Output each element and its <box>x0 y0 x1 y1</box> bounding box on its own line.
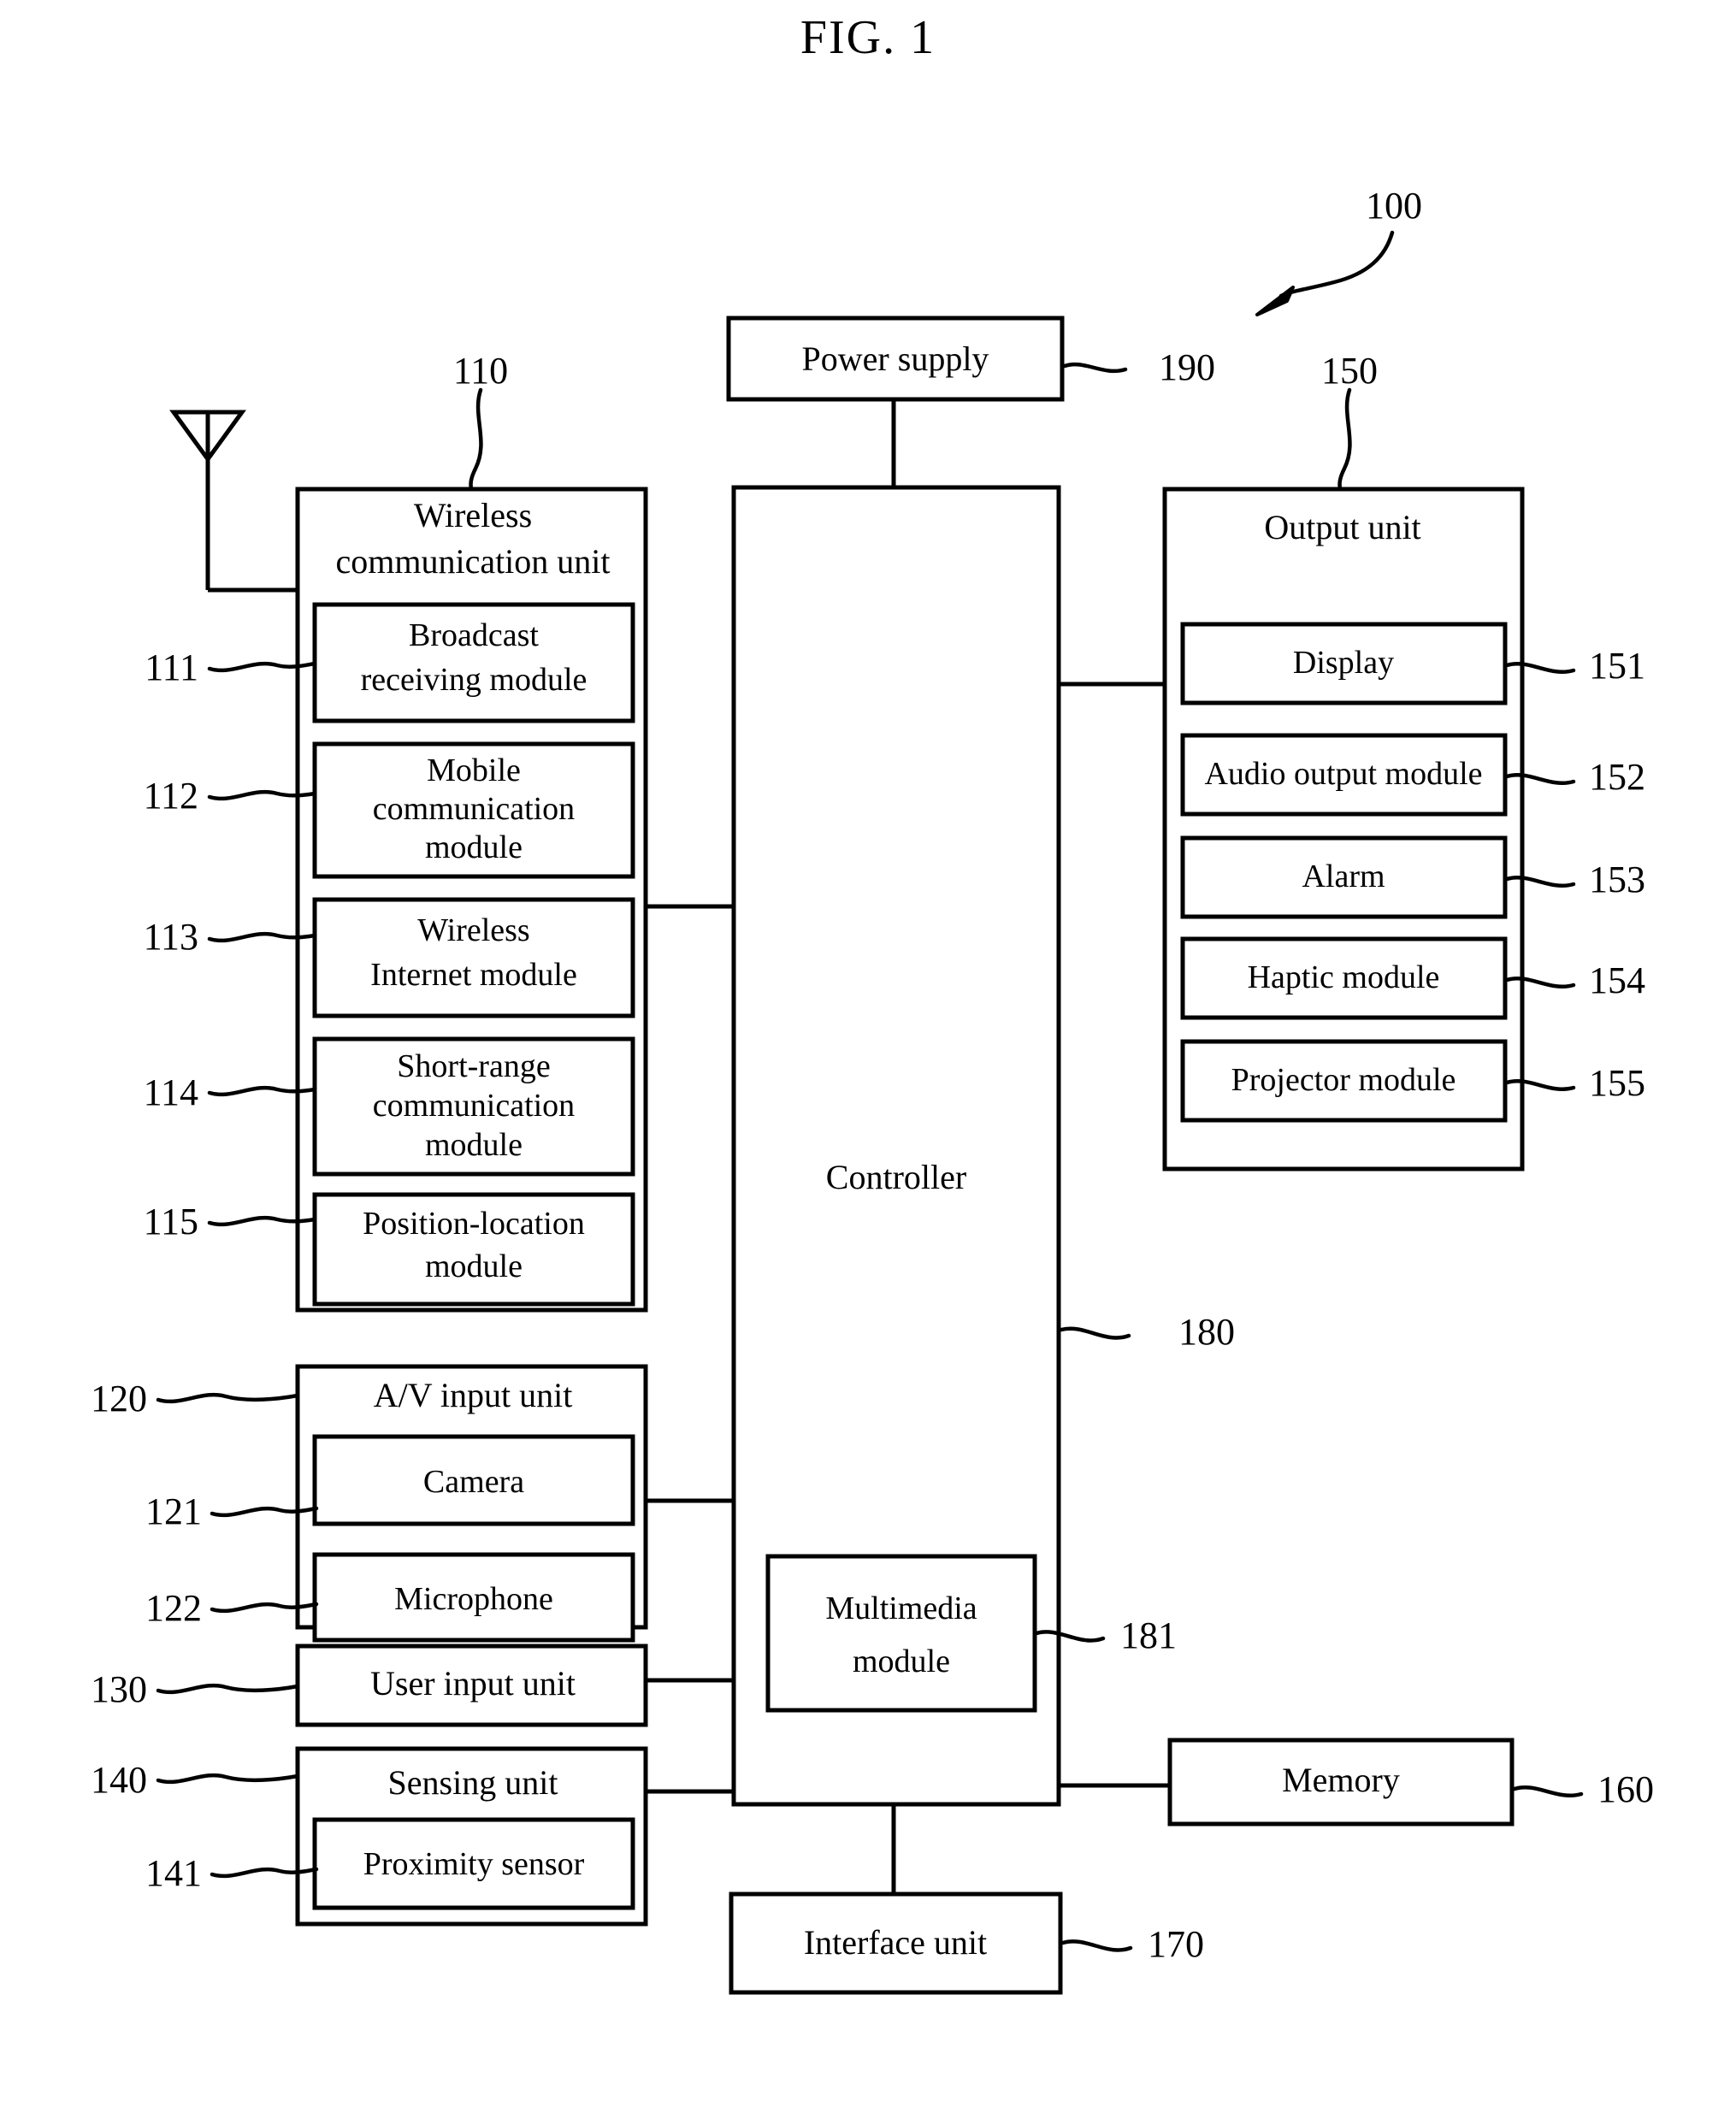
block-user-input-unit[interactable]: User input unit <box>295 1644 648 1727</box>
ref-number-152: 152 <box>1589 756 1645 798</box>
leader-160 <box>1512 1785 1584 1797</box>
ref-number-170: 170 <box>1148 1923 1204 1965</box>
block-mobile-communication-module[interactable]: Mobile communication module <box>312 741 635 879</box>
ref-number-130: 130 <box>91 1668 147 1710</box>
block-position-location-module[interactable]: Position-location module <box>312 1192 635 1307</box>
ref-number-122: 122 <box>145 1587 202 1629</box>
ref-number-140: 140 <box>91 1759 147 1801</box>
leader-180 <box>1059 1326 1131 1340</box>
power-supply-label: Power supply <box>802 339 989 378</box>
projector-module-label: Projector module <box>1231 1062 1456 1098</box>
block-memory[interactable]: Memory <box>1167 1738 1515 1827</box>
controller-label: Controller <box>826 1158 966 1196</box>
ref-number-181: 181 <box>1120 1614 1177 1656</box>
ref-number-115: 115 <box>144 1201 198 1242</box>
ref-number-155: 155 <box>1589 1062 1645 1104</box>
ref-number-180: 180 <box>1178 1311 1235 1353</box>
wireless-unit-label-line1: Wireless <box>414 496 532 534</box>
broadcast-receiving-module-line2: receiving module <box>361 662 588 698</box>
interface-unit-label: Interface unit <box>804 1923 987 1962</box>
microphone-label: Microphone <box>394 1581 553 1617</box>
antenna-symbol <box>169 410 298 593</box>
leader-170 <box>1060 1939 1133 1952</box>
ref-number-153: 153 <box>1589 859 1645 900</box>
leader-190 <box>1062 362 1128 374</box>
block-multimedia-module[interactable]: Multimedia module <box>765 1554 1037 1713</box>
device-ref-arrowhead <box>1255 286 1295 316</box>
position-location-module-line1: Position-location <box>363 1206 585 1242</box>
ref-number-150: 150 <box>1321 350 1378 392</box>
leader-110 <box>469 387 483 492</box>
block-short-range-communication-module[interactable]: Short-range communication module <box>312 1036 635 1177</box>
alarm-label: Alarm <box>1302 859 1385 894</box>
ref-number-120: 120 <box>91 1378 147 1419</box>
multimedia-module-label-line1: Multimedia <box>825 1591 977 1626</box>
multimedia-module-label-line2: module <box>853 1644 950 1679</box>
block-power-supply[interactable]: Power supply <box>726 316 1065 402</box>
block-proximity-sensor[interactable]: Proximity sensor <box>312 1817 635 1910</box>
haptic-module-label: Haptic module <box>1248 959 1440 995</box>
block-alarm[interactable]: Alarm <box>1180 835 1508 919</box>
av-input-unit-label: A/V input unit <box>374 1376 573 1414</box>
block-projector-module[interactable]: Projector module <box>1180 1039 1508 1123</box>
leader-120 <box>156 1392 300 1404</box>
block-microphone[interactable]: Microphone <box>312 1552 635 1643</box>
camera-label: Camera <box>423 1464 524 1500</box>
ref-number-111: 111 <box>145 646 198 688</box>
leader-150 <box>1337 387 1352 492</box>
short-range-module-line3: module <box>425 1127 523 1163</box>
ref-number-100: 100 <box>1366 185 1422 227</box>
sensing-unit-label: Sensing unit <box>388 1763 558 1802</box>
ref-number-190: 190 <box>1159 346 1215 388</box>
ref-number-151: 151 <box>1589 645 1645 687</box>
figure-title: FIG. 1 <box>800 11 936 64</box>
ref-number-121: 121 <box>145 1490 202 1532</box>
patent-figure: FIG. 1 100 Power supply 190 Controller 1… <box>0 0 1736 2101</box>
wireless-unit-label-line2: communication unit <box>335 542 610 581</box>
block-interface-unit[interactable]: Interface unit <box>729 1891 1063 1995</box>
block-haptic-module[interactable]: Haptic module <box>1180 936 1508 1020</box>
block-audio-output-module[interactable]: Audio output module <box>1180 733 1508 817</box>
audio-output-module-label: Audio output module <box>1204 756 1482 792</box>
mobile-communication-module-line2: communication <box>373 791 575 827</box>
proximity-sensor-label: Proximity sensor <box>363 1846 585 1882</box>
leader-130 <box>156 1683 300 1695</box>
output-unit-label: Output unit <box>1264 508 1420 546</box>
block-display[interactable]: Display <box>1180 622 1508 705</box>
block-diagram: FIG. 1 100 Power supply 190 Controller 1… <box>91 11 1654 1995</box>
block-camera[interactable]: Camera <box>312 1434 635 1526</box>
ref-number-160: 160 <box>1597 1768 1654 1810</box>
leader-140 <box>156 1773 300 1785</box>
block-wireless-internet-module[interactable]: Wireless Internet module <box>312 897 635 1018</box>
broadcast-receiving-module-line1: Broadcast <box>409 617 539 653</box>
short-range-module-line2: communication <box>373 1088 575 1124</box>
memory-label: Memory <box>1282 1761 1400 1799</box>
display-label: Display <box>1293 645 1394 681</box>
mobile-communication-module-line1: Mobile <box>427 752 521 788</box>
ref-number-112: 112 <box>144 775 198 817</box>
ref-number-114: 114 <box>144 1071 198 1113</box>
ref-number-154: 154 <box>1589 959 1645 1001</box>
user-input-unit-label: User input unit <box>370 1664 576 1703</box>
device-ref-leader <box>1278 230 1395 298</box>
ref-number-110: 110 <box>453 350 508 392</box>
mobile-communication-module-line3: module <box>425 829 523 865</box>
ref-number-113: 113 <box>144 916 198 958</box>
short-range-module-line1: Short-range <box>397 1048 550 1084</box>
block-broadcast-receiving-module[interactable]: Broadcast receiving module <box>312 602 635 723</box>
position-location-module-line2: module <box>425 1248 523 1284</box>
wireless-internet-module-line1: Wireless <box>417 912 529 948</box>
ref-number-141: 141 <box>145 1852 202 1894</box>
wireless-internet-module-line2: Internet module <box>370 957 577 993</box>
